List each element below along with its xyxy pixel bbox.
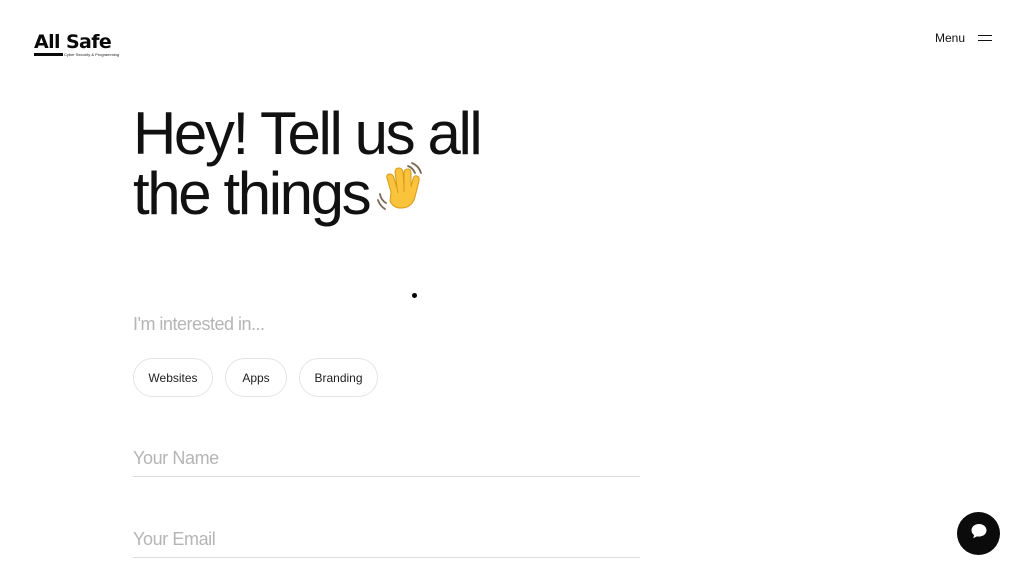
interest-branding-button[interactable]: Branding — [299, 358, 378, 397]
name-field-container — [133, 441, 640, 477]
logo[interactable]: All Safe Cyber Security & Programming — [34, 31, 119, 59]
cursor-dot — [412, 293, 417, 298]
logo-text: All Safe — [34, 31, 112, 53]
headline-line-2-text: the things — [133, 160, 372, 227]
headline-line-2: the things — [133, 162, 553, 228]
logo-tagline: Cyber Security & Programming — [64, 52, 120, 57]
interest-options: Websites Apps Branding — [133, 358, 378, 397]
menu-label: Menu — [934, 31, 965, 45]
name-field[interactable] — [133, 441, 640, 476]
page-title: Hey! Tell us all the things — [133, 104, 553, 228]
menu-button[interactable]: Menu — [935, 30, 992, 46]
email-field-container — [133, 522, 640, 558]
waving-hand-icon — [377, 162, 427, 222]
email-field[interactable] — [133, 522, 640, 557]
headline-line-1: Hey! Tell us all — [133, 100, 483, 167]
interest-apps-button[interactable]: Apps — [225, 358, 287, 397]
interest-label: I'm interested in... — [133, 314, 265, 334]
hamburger-icon — [978, 34, 992, 42]
chat-button[interactable] — [957, 512, 1000, 555]
logo-underline — [34, 53, 63, 56]
contact-page: All Safe Cyber Security & Programming Me… — [0, 0, 1024, 576]
chat-bubble-icon — [970, 522, 988, 545]
interest-websites-button[interactable]: Websites — [133, 358, 213, 397]
